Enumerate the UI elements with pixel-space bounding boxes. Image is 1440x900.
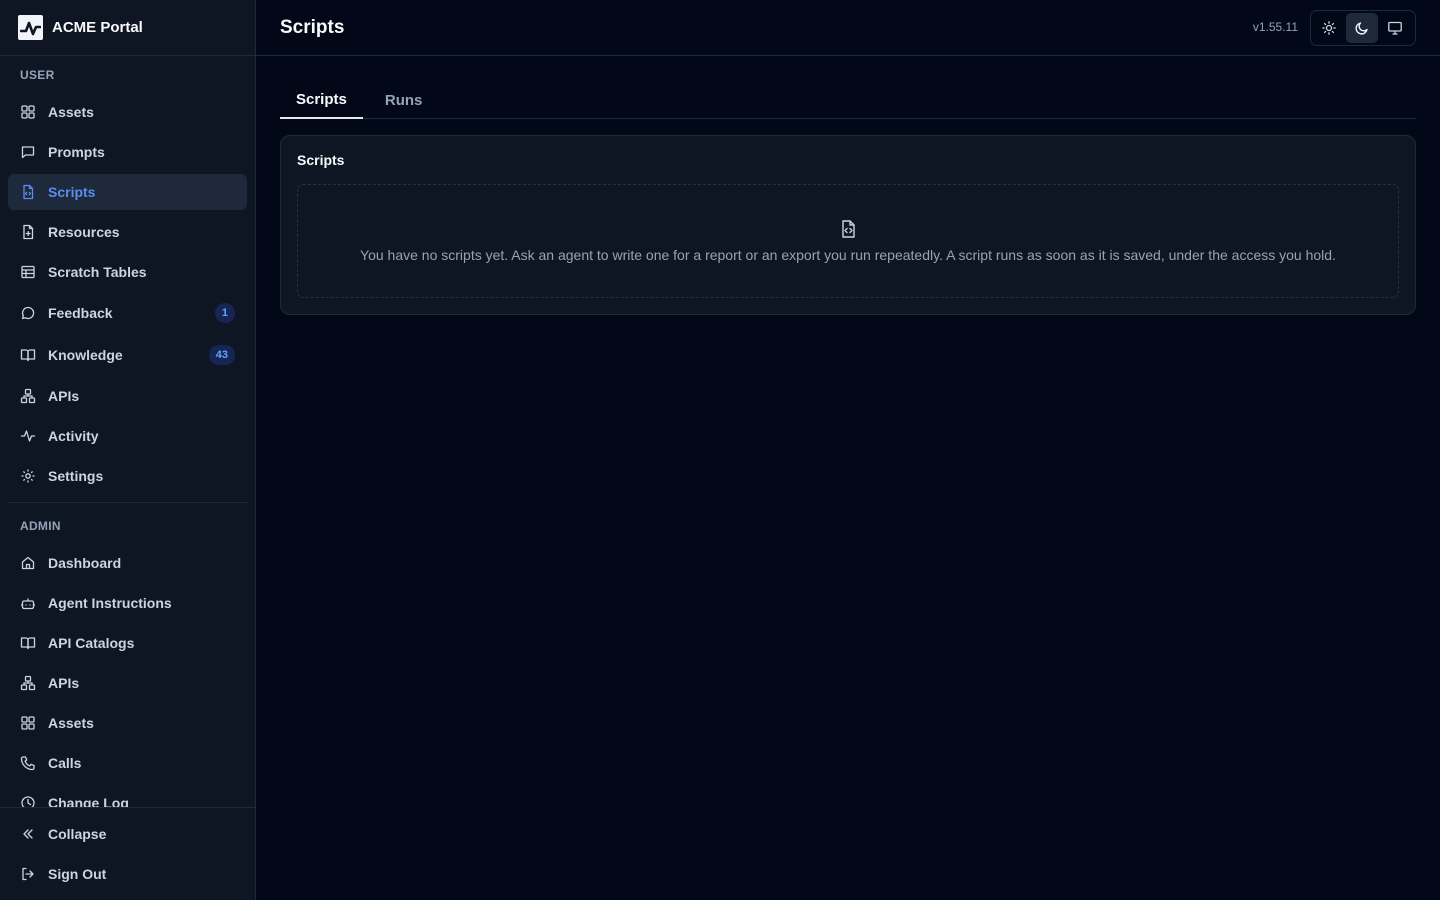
monitor-icon (1388, 21, 1403, 35)
brand-name: ACME Portal (52, 19, 143, 36)
light-theme-button[interactable] (1313, 13, 1344, 43)
tab-runs[interactable]: Runs (369, 82, 439, 118)
collapse-label: Collapse (48, 826, 107, 842)
sidebar-item-settings[interactable]: Settings (8, 458, 247, 494)
main-content: Scripts Runs Scripts You have no scripts… (280, 56, 1416, 900)
sidebar-divider (8, 502, 247, 503)
sidebar-item-dashboard[interactable]: Dashboard (8, 545, 247, 581)
sidebar: ACME Portal USER Assets Prompts Scripts … (0, 0, 256, 900)
message-circle-icon (20, 305, 36, 321)
sidebar-item-scripts[interactable]: Scripts (8, 174, 247, 210)
sidebar-item-label: Resources (48, 224, 120, 240)
sidebar-item-prompts[interactable]: Prompts (8, 134, 247, 170)
network-icon (20, 675, 36, 691)
sidebar-item-admin-apis[interactable]: APIs (8, 665, 247, 701)
sidebar-item-knowledge[interactable]: Knowledge 43 (8, 336, 247, 374)
sidebar-item-activity[interactable]: Activity (8, 418, 247, 454)
sidebar-item-label: Prompts (48, 144, 105, 160)
tab-scripts[interactable]: Scripts (280, 82, 363, 119)
file-code-icon (20, 184, 36, 200)
sidebar-nav: USER Assets Prompts Scripts Resources Sc… (0, 56, 255, 807)
tab-bar: Scripts Runs (280, 82, 1416, 119)
collapse-button[interactable]: Collapse (8, 816, 247, 852)
sidebar-item-label: Knowledge (48, 347, 123, 363)
network-icon (20, 388, 36, 404)
sidebar-item-feedback[interactable]: Feedback 1 (8, 294, 247, 332)
sidebar-item-label: Agent Instructions (48, 595, 172, 611)
grid-icon (20, 104, 36, 120)
version-label: v1.55.11 (1252, 20, 1298, 34)
gear-icon (20, 468, 36, 484)
moon-icon (1355, 22, 1368, 35)
sidebar-item-scratch-tables[interactable]: Scratch Tables (8, 254, 247, 290)
scripts-card: Scripts You have no scripts yet. Ask an … (280, 135, 1416, 315)
sidebar-item-label: API Catalogs (48, 635, 135, 651)
book-open-icon (20, 347, 36, 363)
sign-out-button[interactable]: Sign Out (8, 856, 247, 892)
activity-icon (20, 428, 36, 444)
section-label-admin: ADMIN (20, 519, 61, 533)
sidebar-item-admin-assets[interactable]: Assets (8, 705, 247, 741)
dark-theme-button[interactable] (1346, 13, 1378, 43)
sidebar-item-calls[interactable]: Calls (8, 745, 247, 781)
table-icon (20, 264, 36, 280)
feedback-count-badge: 1 (214, 303, 235, 323)
book-open-icon (20, 635, 36, 651)
sun-icon (1321, 21, 1336, 35)
sidebar-item-agent-instructions[interactable]: Agent Instructions (8, 585, 247, 621)
sidebar-item-assets[interactable]: Assets (8, 94, 247, 130)
chevrons-left-icon (20, 826, 36, 842)
system-theme-button[interactable] (1380, 13, 1411, 43)
sidebar-item-resources[interactable]: Resources (8, 214, 247, 250)
message-square-icon (20, 144, 36, 160)
sidebar-item-label: Activity (48, 428, 99, 444)
sidebar-item-label: Assets (48, 104, 94, 120)
sidebar-item-label: Feedback (48, 305, 113, 321)
brand-logo-icon (18, 15, 43, 40)
sidebar-item-label: Dashboard (48, 555, 122, 571)
clock-icon (20, 795, 36, 807)
sidebar-item-apis[interactable]: APIs (8, 378, 247, 414)
sidebar-item-label: Settings (48, 468, 104, 484)
file-code-icon (842, 220, 855, 238)
grid-icon (20, 715, 36, 731)
sidebar-item-label: Scratch Tables (48, 264, 147, 280)
sidebar-item-label: APIs (48, 388, 80, 404)
empty-state: You have no scripts yet. Ask an agent to… (297, 184, 1399, 298)
bot-icon (20, 595, 36, 611)
sign-out-label: Sign Out (48, 866, 107, 882)
knowledge-count-badge: 43 (208, 345, 235, 365)
sidebar-item-change-log[interactable]: Change Log (8, 785, 247, 807)
empty-state-message: You have no scripts yet. Ask an agent to… (360, 247, 1336, 263)
section-label-user: USER (20, 68, 55, 82)
home-icon (20, 555, 36, 571)
sidebar-footer: Collapse Sign Out (0, 807, 255, 900)
theme-switcher (1310, 10, 1416, 46)
log-out-icon (20, 866, 36, 882)
brand[interactable]: ACME Portal (0, 0, 255, 56)
sidebar-item-label: APIs (48, 675, 80, 691)
sidebar-item-label: Scripts (48, 184, 96, 200)
top-header: Scripts v1.55.11 (256, 0, 1440, 56)
sidebar-item-api-catalogs[interactable]: API Catalogs (8, 625, 247, 661)
card-title: Scripts (297, 152, 345, 168)
sidebar-item-label: Change Log (48, 795, 129, 807)
sidebar-item-label: Assets (48, 715, 94, 731)
phone-icon (20, 755, 36, 771)
file-plus-icon (20, 224, 36, 240)
page-title: Scripts (280, 16, 345, 38)
sidebar-item-label: Calls (48, 755, 82, 771)
